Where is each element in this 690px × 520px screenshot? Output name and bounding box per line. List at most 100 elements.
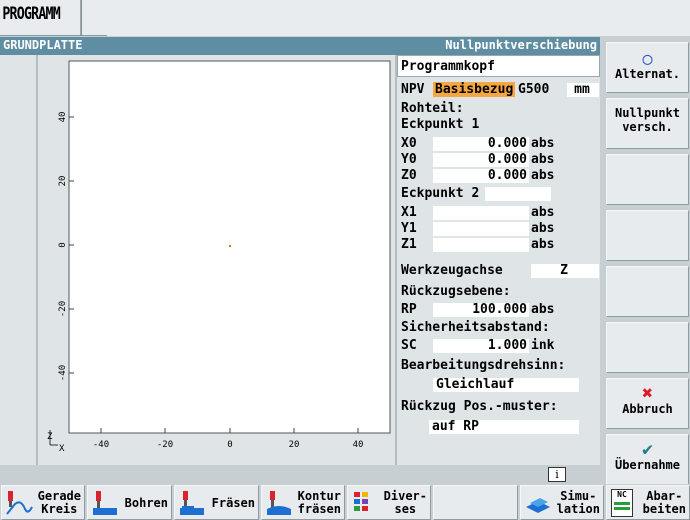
- rp-row: RP 100.000 abs: [401, 302, 601, 318]
- z1-input[interactable]: [433, 238, 529, 252]
- x-tick-label: 20: [289, 440, 300, 450]
- x0-input[interactable]: 0.000: [433, 137, 529, 151]
- drill-icon: [93, 491, 117, 515]
- horizontal-softkey-bar: Gerade Kreis Bohren Fräsen Kontur fräsen…: [0, 484, 690, 520]
- program-name: GRUNDPLATTE: [3, 38, 83, 52]
- kontur-fraesen-label: Kontur fräsen: [297, 489, 341, 516]
- graphic-view: -40 -20 0 20 40 40 20 0 -20 -40 Z X: [0, 55, 395, 465]
- abbruch-button[interactable]: ✖ Abbruch: [606, 378, 689, 429]
- x-tick-label: -40: [93, 440, 109, 450]
- nc-label: NC: [617, 490, 627, 499]
- bearbeitungsdrehsinn-label: Bearbeitungsdrehsinn:: [401, 358, 566, 373]
- eckpunkt1-label: Eckpunkt 1: [401, 117, 480, 132]
- werkzeugachse-label: Werkzeugachse: [401, 263, 503, 278]
- x-tick-label: 0: [227, 440, 232, 450]
- z1-label: Z1: [401, 237, 417, 252]
- y1-unit: abs: [531, 221, 555, 236]
- alternat-button[interactable]: ◯ Alternat.: [606, 42, 689, 93]
- rp-unit: abs: [531, 302, 555, 317]
- x-tick-label: 40: [353, 440, 364, 450]
- softkey-empty-h6[interactable]: [433, 485, 518, 520]
- eckpunkt2-row: Eckpunkt 2: [401, 186, 601, 202]
- y-tick-label: 20: [58, 176, 68, 187]
- abarbeiten-label: Abar- beiten: [642, 489, 686, 516]
- y-tick-label: -40: [58, 365, 68, 381]
- axis-label-z: Z: [47, 432, 53, 442]
- misc-grid-icon: [354, 492, 368, 511]
- rueckzug-select[interactable]: auf RP: [429, 420, 579, 434]
- nc-line-2: [614, 507, 630, 510]
- app-title: PROGRAMM: [0, 0, 82, 36]
- sc-label: SC: [401, 338, 417, 353]
- eckpunkt2-select[interactable]: [485, 187, 551, 201]
- y0-unit: abs: [531, 152, 555, 167]
- y0-label: Y0: [401, 152, 417, 167]
- x0-row: X0 0.000 abs: [401, 136, 601, 152]
- softkey-empty-5[interactable]: [606, 266, 689, 317]
- sc-row: SC 1.000 ink: [401, 338, 601, 354]
- uebernahme-button[interactable]: ✔ Übernahme: [606, 434, 689, 485]
- z1-row: Z1 abs: [401, 237, 601, 253]
- npv-row: NPV Basisbezug G500 mm: [401, 82, 601, 98]
- x1-unit: abs: [531, 205, 555, 220]
- info-icon[interactable]: i: [548, 467, 566, 482]
- sc-input[interactable]: 1.000: [433, 339, 529, 353]
- y0-input[interactable]: 0.000: [433, 153, 529, 167]
- softkey-empty-3[interactable]: [606, 154, 689, 205]
- abbruch-label: Abbruch: [622, 402, 673, 416]
- simulation-label: Simu- lation: [556, 489, 600, 516]
- werkzeugachse-row: Werkzeugachse Z: [401, 263, 601, 279]
- x0-label: X0: [401, 136, 417, 151]
- z0-input[interactable]: 0.000: [433, 169, 529, 183]
- diverses-label: Diver- ses: [383, 489, 427, 516]
- rueckzugsebene-label: Rückzugsebene:: [401, 284, 511, 299]
- y-tick-label: -20: [58, 301, 68, 317]
- x1-input[interactable]: [433, 206, 529, 220]
- rueckzug-row: auf RP: [401, 419, 601, 435]
- nc-line-1: [614, 502, 630, 505]
- gerade-kreis-button[interactable]: Gerade Kreis: [1, 485, 85, 520]
- rp-label: RP: [401, 302, 417, 317]
- simulation-button[interactable]: Simu- lation: [520, 485, 604, 520]
- npv-code: G500: [518, 82, 550, 97]
- x1-row: X1 abs: [401, 205, 601, 221]
- diverses-button[interactable]: Diver- ses: [347, 485, 431, 520]
- cancel-x-icon: ✖: [642, 383, 653, 404]
- simulation-icon: [526, 498, 550, 513]
- coordinate-plot: -40 -20 0 20 40 40 20 0 -20 -40 Z X: [36, 55, 391, 465]
- bohren-button[interactable]: Bohren: [87, 485, 172, 520]
- eckpunkt2-label: Eckpunkt 2: [401, 186, 480, 201]
- unit-select[interactable]: mm: [567, 83, 599, 97]
- rohteil-label: Rohteil:: [401, 101, 464, 116]
- gerade-kreis-label: Gerade Kreis: [37, 489, 81, 516]
- y1-input[interactable]: [433, 222, 529, 236]
- kontur-fraesen-button[interactable]: Kontur fräsen: [261, 485, 345, 520]
- softkey-empty-6[interactable]: [606, 322, 689, 373]
- sicherheitsabstand-label: Sicherheitsabstand:: [401, 320, 550, 335]
- z0-row: Z0 0.000 abs: [401, 168, 601, 184]
- y-tick-label: 40: [58, 112, 68, 123]
- x1-label: X1: [401, 205, 417, 220]
- uebernahme-label: Übernahme: [614, 458, 681, 472]
- drehsinn-select[interactable]: Gleichlauf: [433, 378, 579, 392]
- nullpunkt-button[interactable]: Nullpunkt versch.: [606, 98, 689, 149]
- softkey-empty-4[interactable]: [606, 210, 689, 261]
- milling-icon: [180, 491, 204, 515]
- screen-header: GRUNDPLATTE Nullpunktverschiebung: [0, 37, 600, 55]
- x0-unit: abs: [531, 136, 555, 151]
- fraesen-button[interactable]: Fräsen: [174, 485, 259, 520]
- screen-title: Nullpunktverschiebung: [445, 38, 597, 52]
- bohren-label: Bohren: [124, 496, 168, 510]
- npv-label: NPV: [401, 82, 425, 97]
- z0-label: Z0: [401, 168, 417, 183]
- sc-unit: ink: [531, 338, 555, 353]
- cycle-icon: ◯: [642, 49, 653, 68]
- top-bar: PROGRAMM: [0, 0, 690, 36]
- npv-select[interactable]: Basisbezug: [433, 82, 516, 97]
- origin-marker: [229, 245, 231, 247]
- section-header: Programmkopf: [397, 55, 600, 77]
- rp-input[interactable]: 100.000: [433, 303, 529, 317]
- abarbeiten-button[interactable]: NC Abar- beiten: [606, 485, 690, 520]
- rueckzug-muster-label: Rückzug Pos.-muster:: [401, 399, 558, 414]
- werkzeugachse-select[interactable]: Z: [531, 264, 599, 278]
